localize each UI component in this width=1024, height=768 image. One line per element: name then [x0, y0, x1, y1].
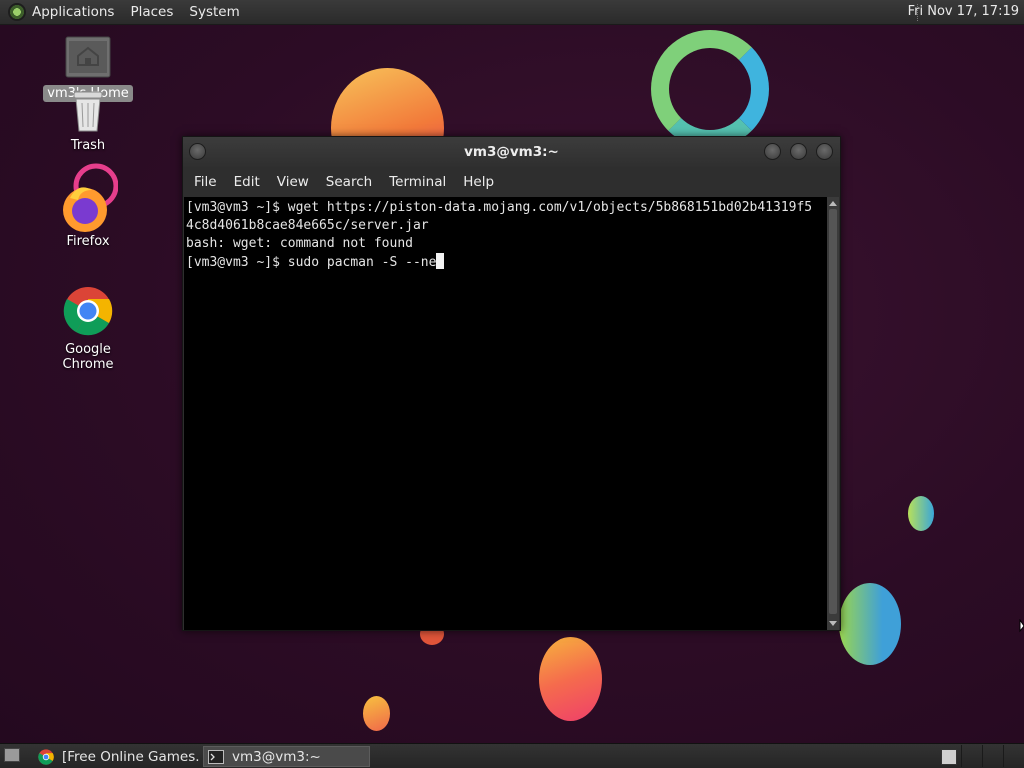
window-title: vm3@vm3:~: [464, 144, 559, 160]
terminal-line: bash: wget: command not found: [186, 236, 413, 251]
show-desktop-icon[interactable]: [4, 748, 20, 762]
mouse-pointer-icon: [1019, 619, 1024, 633]
trash-icon: [73, 91, 103, 132]
bottom-panel: [Free Online Games... vm3@vm3:~: [0, 743, 1024, 768]
desktop-icon-firefox[interactable]: Firefox: [43, 160, 133, 249]
workspace-4-button[interactable]: [1003, 745, 1024, 767]
terminal-icon: [208, 749, 224, 764]
menu-terminal[interactable]: Terminal: [389, 174, 446, 190]
menu-view[interactable]: View: [277, 174, 309, 190]
wallpaper-ring: [651, 30, 769, 148]
taskbar-item-label: [Free Online Games...: [62, 748, 200, 765]
wallpaper-green-blue-bubble: [839, 583, 901, 665]
chrome-icon: [63, 287, 113, 336]
terminal-line: [vm3@vm3 ~]$ wget https://piston-data.mo…: [186, 200, 813, 215]
scroll-up-arrow-icon[interactable]: [829, 201, 837, 206]
terminal-titlebar[interactable]: vm3@vm3:~: [183, 137, 840, 167]
terminal-line: 4c8d4061b8cae84e665c/server.jar: [186, 218, 429, 233]
desktop-icon-trash[interactable]: Trash: [43, 90, 133, 153]
places-menu[interactable]: Places: [130, 4, 173, 20]
wallpaper-pink-bubble: [539, 637, 602, 721]
terminal-scrollbar[interactable]: [827, 197, 839, 630]
chrome-icon: [38, 748, 54, 765]
terminal-output[interactable]: [vm3@vm3 ~]$ wget https://piston-data.mo…: [184, 197, 827, 630]
menu-help[interactable]: Help: [463, 174, 494, 190]
workspace-1-button[interactable]: [941, 749, 957, 765]
taskbar-item-terminal[interactable]: vm3@vm3:~: [203, 746, 370, 767]
desktop-icon-label: Firefox: [66, 234, 110, 249]
menu-search[interactable]: Search: [326, 174, 372, 190]
desktop-icon-chrome[interactable]: Google Chrome: [43, 286, 133, 372]
terminal-window[interactable]: vm3@vm3:~ File Edit View Search Terminal…: [182, 136, 841, 631]
menu-edit[interactable]: Edit: [234, 174, 260, 190]
distro-logo-icon[interactable]: [8, 3, 26, 21]
text-cursor: [436, 253, 445, 269]
terminal-input-line[interactable]: [vm3@vm3 ~]$ sudo pacman -S --ne: [186, 253, 825, 272]
home-folder-icon: [65, 36, 111, 78]
top-panel: Applications Places System Fri Nov 17, 1…: [0, 0, 1024, 25]
applications-menu[interactable]: Applications: [32, 4, 114, 20]
wallpaper-small-blue-bubble: [908, 496, 934, 531]
maximize-button[interactable]: [790, 143, 807, 160]
scroll-down-arrow-icon[interactable]: [829, 621, 837, 626]
terminal-command-text: [vm3@vm3 ~]$ sudo pacman -S --ne: [186, 255, 437, 270]
desktop-icon-label: Trash: [70, 138, 106, 153]
menu-file[interactable]: File: [194, 174, 217, 190]
minimize-button[interactable]: [764, 143, 781, 160]
desktop-icon-label: Google Chrome: [62, 342, 114, 372]
close-button[interactable]: [816, 143, 833, 160]
scrollbar-thumb[interactable]: [829, 209, 837, 614]
workspace-2-button[interactable]: [961, 745, 984, 767]
firefox-icon: [63, 163, 119, 232]
taskbar-item-label: vm3@vm3:~: [232, 748, 321, 765]
wallpaper-small-orange-bubble: [363, 696, 390, 731]
system-menu[interactable]: System: [189, 4, 239, 20]
clock[interactable]: Fri Nov 17, 17:19: [908, 4, 1019, 19]
terminal-menubar: File Edit View Search Terminal Help: [183, 168, 840, 196]
workspace-3-button[interactable]: [982, 745, 1005, 767]
taskbar-item-browser[interactable]: [Free Online Games...: [34, 746, 200, 767]
